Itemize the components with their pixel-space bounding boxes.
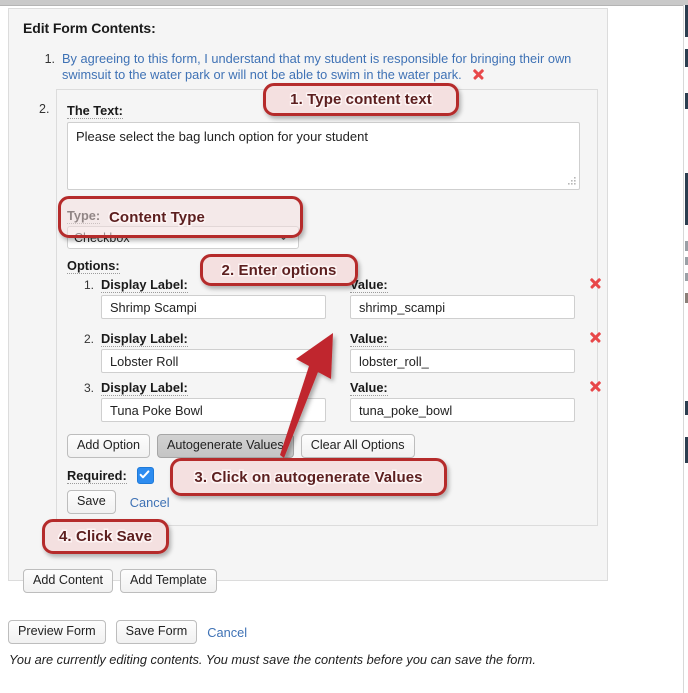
required-checkbox[interactable] <box>137 467 154 484</box>
display-label-header: Display Label: <box>101 277 188 293</box>
display-label-header: Display Label: <box>101 331 188 347</box>
add-option-button[interactable]: Add Option <box>67 434 151 458</box>
content-add-buttons: Add Content Add Template <box>23 569 217 593</box>
options-label: Options: <box>67 258 120 274</box>
list-item: 1. By agreeing to this form, I understan… <box>35 51 600 83</box>
option-display-label-input[interactable] <box>101 295 326 319</box>
page-title: Edit Form Contents: <box>23 20 156 36</box>
option-number: 2. <box>84 332 95 346</box>
editor-save-row: Save Cancel <box>67 490 170 514</box>
delete-option-icon[interactable] <box>588 330 602 344</box>
autogenerate-values-button[interactable]: Autogenerate Values <box>157 434 294 458</box>
option-value-input[interactable] <box>350 349 575 373</box>
option-row: 2. Display Label: Value: <box>57 331 597 386</box>
contents-list: 1. By agreeing to this form, I understan… <box>35 51 600 83</box>
cancel-form-link[interactable]: Cancel <box>207 625 247 640</box>
delete-content-icon[interactable] <box>471 67 485 81</box>
save-form-button[interactable]: Save Form <box>115 620 198 644</box>
browser-top-strip <box>0 0 688 6</box>
annotation-callout-3: 3. Click on autogenerate Values <box>170 458 447 496</box>
delete-option-icon[interactable] <box>588 276 602 290</box>
the-text-label: The Text: <box>67 103 123 119</box>
option-row: 3. Display Label: Value: <box>57 380 597 435</box>
form-footer-buttons: Preview Form Save Form Cancel <box>8 620 247 644</box>
annotation-callout-4: 4. Click Save <box>42 519 169 554</box>
annotation-callout-content-type: Content Type <box>58 196 303 238</box>
option-display-label-input[interactable] <box>101 398 326 422</box>
preview-form-button[interactable]: Preview Form <box>8 620 106 644</box>
display-label-header: Display Label: <box>101 380 188 396</box>
required-label: Required: <box>67 468 127 484</box>
delete-option-icon[interactable] <box>588 379 602 393</box>
option-number: 3. <box>84 381 95 395</box>
browser-right-edge-sliver <box>683 5 688 693</box>
annotation-callout-2: 2. Enter options <box>200 254 358 286</box>
option-number: 1. <box>84 278 95 292</box>
cancel-link[interactable]: Cancel <box>130 495 170 510</box>
content-item-text[interactable]: By agreeing to this form, I understand t… <box>62 51 571 82</box>
value-header: Value: <box>350 380 388 396</box>
the-text-input[interactable]: Please select the bag lunch option for y… <box>67 122 580 190</box>
option-value-input[interactable] <box>350 398 575 422</box>
checkmark-icon <box>139 470 150 479</box>
value-header: Value: <box>350 331 388 347</box>
content-item-number: 2. <box>39 102 50 116</box>
option-display-label-input[interactable] <box>101 349 326 373</box>
clear-all-options-button[interactable]: Clear All Options <box>300 434 415 458</box>
editing-status-note: You are currently editing contents. You … <box>9 652 536 667</box>
option-action-buttons: Add Option Autogenerate Values Clear All… <box>67 434 415 458</box>
option-value-input[interactable] <box>350 295 575 319</box>
annotation-callout-1: 1. Type content text <box>263 83 459 116</box>
add-template-button[interactable]: Add Template <box>120 569 217 593</box>
save-button[interactable]: Save <box>67 490 116 514</box>
content-item-number: 1. <box>44 52 55 66</box>
option-row: 1. Display Label: Value: <box>57 277 597 332</box>
add-content-button[interactable]: Add Content <box>23 569 114 593</box>
